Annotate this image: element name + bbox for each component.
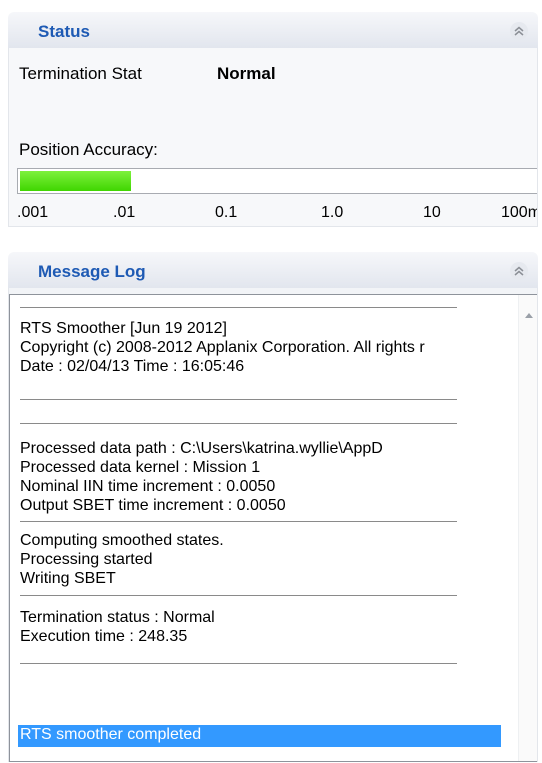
termination-status-value: Normal: [217, 64, 276, 83]
log-separator: [20, 423, 457, 424]
log-separator: [20, 521, 457, 522]
message-log-body: RTS Smoother [Jun 19 2012] Copyright (c)…: [8, 288, 538, 762]
log-line: RTS Smoother [Jun 19 2012]: [20, 320, 227, 337]
log-line: Output SBET time increment : 0.0050: [20, 497, 286, 514]
position-accuracy-bar: [17, 168, 537, 194]
message-log-header: Message Log: [8, 252, 538, 288]
log-line: Processed data path : C:\Users\katrina.w…: [20, 440, 383, 457]
log-separator: [20, 399, 457, 400]
log-line: Nominal IIN time increment : 0.0050: [20, 478, 276, 495]
chevron-double-up-icon: [514, 26, 524, 36]
accuracy-tick: 100m: [501, 204, 538, 221]
log-line: Copyright (c) 2008-2012 Applanix Corpora…: [20, 339, 425, 356]
status-collapse-button[interactable]: [510, 22, 528, 40]
status-panel-body: Termination Stat Normal Position Accurac…: [8, 48, 538, 227]
status-panel-title: Status: [38, 22, 90, 41]
log-line: Date : 02/04/13 Time : 16:05:46: [20, 358, 245, 375]
message-log-panel: Message Log RTS Smoother [Jun 19 2012] C…: [8, 252, 538, 762]
accuracy-tick: 0.1: [215, 204, 238, 221]
status-panel: Status Termination Stat Normal Position …: [8, 12, 538, 227]
accuracy-tick: 1.0: [321, 204, 344, 221]
log-line-selected-text: RTS smoother completed: [20, 726, 202, 743]
log-separator: [20, 663, 457, 664]
chevron-double-up-icon: [514, 266, 524, 276]
log-scrollbar[interactable]: [518, 295, 537, 761]
message-log-collapse-button[interactable]: [510, 262, 528, 280]
log-separator: [20, 307, 457, 308]
log-line-selected[interactable]: RTS smoother completed: [18, 725, 501, 747]
position-accuracy-label: Position Accuracy:: [19, 140, 158, 159]
accuracy-tick: .01: [113, 204, 136, 221]
message-log-title: Message Log: [38, 262, 146, 281]
log-line: Processed data kernel : Mission 1: [20, 459, 261, 476]
log-line: Execution time : 248.35: [20, 628, 188, 645]
scroll-up-arrow-icon[interactable]: [524, 311, 534, 319]
position-accuracy-fill: [20, 171, 131, 191]
log-separator: [20, 595, 457, 596]
log-line: Computing smoothed states.: [20, 532, 224, 549]
log-line: Processing started: [20, 551, 153, 568]
accuracy-tick: 10: [423, 204, 441, 221]
termination-status-label: Termination Stat: [19, 64, 142, 83]
status-panel-header: Status: [8, 12, 538, 48]
log-line: Termination status : Normal: [20, 609, 215, 626]
log-line: Writing SBET: [20, 570, 116, 587]
accuracy-tick: .001: [17, 204, 49, 221]
message-log-list[interactable]: RTS Smoother [Jun 19 2012] Copyright (c)…: [9, 294, 537, 762]
